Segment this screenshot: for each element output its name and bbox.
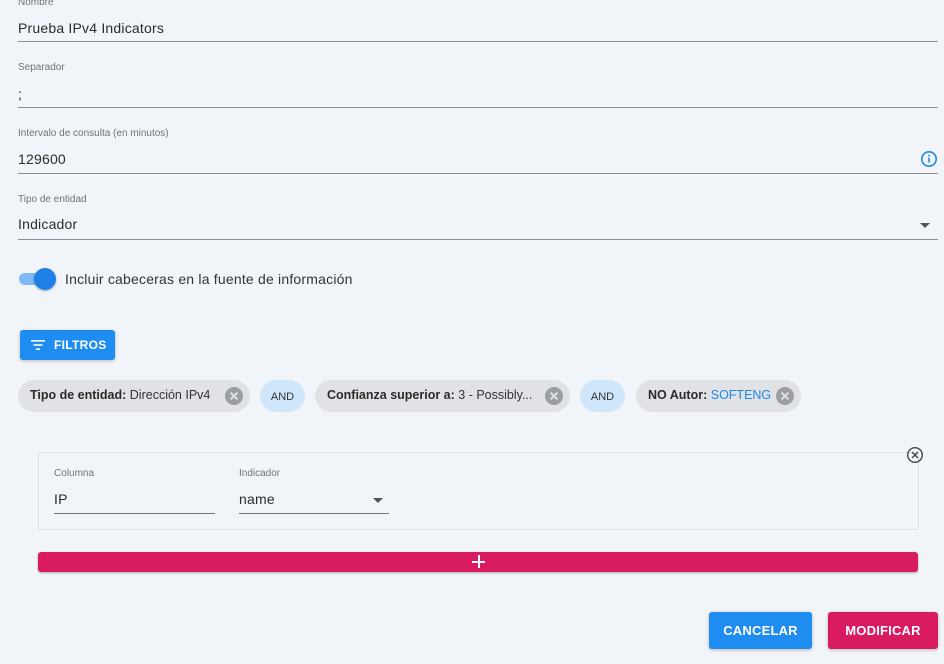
chip-text: Tipo de entidad: Dirección IPv4	[30, 388, 210, 402]
indicador-value: name	[239, 491, 275, 507]
chevron-down-icon[interactable]	[373, 498, 383, 503]
chip-value: SOFTENG	[710, 388, 772, 402]
close-circle-icon[interactable]	[776, 387, 794, 405]
chevron-down-icon[interactable]	[920, 223, 930, 228]
chip-key: NO Autor:	[648, 388, 708, 402]
filtros-button[interactable]: FILTROS	[20, 330, 115, 360]
filter-icon	[31, 340, 45, 350]
filtros-label: FILTROS	[54, 338, 107, 352]
intervalo-label: Intervalo de consulta (en minutos)	[18, 128, 169, 139]
add-row-button[interactable]	[38, 552, 918, 572]
incluir-cabeceras-toggle[interactable]	[18, 268, 56, 290]
toggle-knob	[34, 268, 56, 290]
separador-field[interactable]: Separador ;	[18, 62, 938, 108]
chip-text: Confianza superior a: 3 - Possibly...	[327, 388, 532, 402]
chip-key: Tipo de entidad:	[30, 388, 127, 402]
close-circle-icon[interactable]	[545, 387, 563, 405]
and-chip: AND	[260, 380, 305, 412]
chip-value: 3 - Possibly...	[458, 388, 533, 402]
filter-chip-confianza[interactable]: Confianza superior a: 3 - Possibly...	[315, 380, 570, 412]
chip-text: NO Autor: SOFTENG	[648, 388, 771, 402]
tipo-entidad-select[interactable]: Tipo de entidad Indicador	[18, 194, 938, 240]
nombre-input[interactable]: Prueba IPv4 Indicators	[18, 20, 164, 36]
chip-value: Dirección IPv4	[129, 388, 211, 402]
cancel-button[interactable]: CANCELAR	[709, 612, 812, 649]
nombre-field[interactable]: Nombre Prueba IPv4 Indicators	[18, 0, 938, 42]
close-circle-icon[interactable]	[225, 387, 243, 405]
tipo-entidad-value: Indicador	[18, 216, 78, 232]
intervalo-input[interactable]: 129600	[18, 151, 66, 167]
columna-input[interactable]: IP	[54, 491, 68, 507]
tipo-entidad-label: Tipo de entidad	[18, 194, 87, 205]
columna-field[interactable]: Columna IP	[54, 468, 215, 514]
close-circle-icon[interactable]	[906, 446, 924, 464]
columna-label: Columna	[54, 468, 95, 479]
intervalo-field[interactable]: Intervalo de consulta (en minutos) 12960…	[18, 128, 938, 174]
info-icon[interactable]	[920, 150, 938, 168]
plus-icon	[472, 555, 485, 568]
chip-key: Confianza superior a:	[327, 388, 455, 402]
indicador-select[interactable]: Indicador name	[239, 468, 389, 514]
filter-chip-tipo-entidad[interactable]: Tipo de entidad: Dirección IPv4	[18, 380, 250, 412]
and-chip: AND	[580, 380, 625, 412]
modify-button[interactable]: MODIFICAR	[828, 612, 938, 649]
filter-chip-autor[interactable]: NO Autor: SOFTENG	[636, 380, 801, 412]
separador-label: Separador	[18, 62, 65, 73]
indicador-label: Indicador	[239, 468, 281, 479]
incluir-cabeceras-label: Incluir cabeceras en la fuente de inform…	[65, 271, 353, 287]
separador-input[interactable]: ;	[18, 86, 22, 102]
nombre-label: Nombre	[18, 0, 54, 8]
